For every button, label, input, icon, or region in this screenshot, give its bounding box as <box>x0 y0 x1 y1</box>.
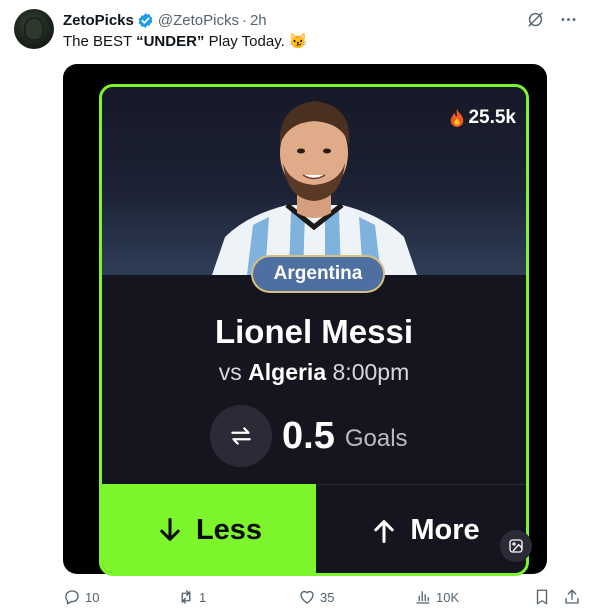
less-label: Less <box>195 513 263 546</box>
tweet-top-actions <box>526 10 578 29</box>
fire-icon <box>451 109 464 127</box>
alt-text-button[interactable] <box>500 530 532 562</box>
separator-dot: · <box>241 11 247 29</box>
stat-line: 0.5 Goals <box>210 405 408 467</box>
reply-action[interactable]: 10 <box>63 588 99 606</box>
views-total: 10K <box>436 589 460 605</box>
analytics-icon <box>416 591 430 604</box>
avatar[interactable] <box>14 9 54 49</box>
heart-icon <box>300 590 314 604</box>
tweet-time[interactable]: 2h <box>250 12 267 29</box>
tweet-header: ZetoPicks @ZetoPicks · 2h <box>63 10 267 30</box>
pick-card[interactable]: 25.5k Argentina Lionel Messi vs Algeria … <box>99 84 529 576</box>
more-options-icon[interactable] <box>559 10 578 29</box>
stat-unit: Goals <box>344 425 408 452</box>
tweet-text-part: Play Today. 😼 <box>204 33 308 50</box>
like-action[interactable]: 35 <box>298 588 334 606</box>
more-label: More <box>410 514 480 546</box>
swap-button[interactable] <box>210 405 272 467</box>
arrow-up-icon <box>374 519 395 543</box>
less-button[interactable]: Less <box>102 484 316 573</box>
author-name[interactable]: ZetoPicks <box>63 12 134 29</box>
bookmark-icon <box>536 589 548 605</box>
repost-count: 1 <box>199 589 207 605</box>
tweet-text: The BEST “UNDER” Play Today. 😼 <box>63 32 308 50</box>
match-time: 8:00pm <box>332 359 410 385</box>
share-icon <box>565 589 579 604</box>
line-value: 0.5 <box>282 414 335 457</box>
like-count: 35 <box>320 589 335 605</box>
team-badge: Argentina <box>251 255 385 293</box>
swap-arrows-icon <box>231 427 251 445</box>
verified-badge-icon <box>138 12 153 28</box>
grok-icon[interactable] <box>526 10 545 29</box>
author-handle[interactable]: @ZetoPicks <box>158 12 239 29</box>
player-name: Lionel Messi <box>214 313 414 350</box>
views-count: 25.5k <box>468 107 516 128</box>
views-action[interactable]: 10K <box>414 588 459 606</box>
player-photo <box>207 87 422 275</box>
opponent-name: Algeria <box>248 359 327 385</box>
arrow-down-icon <box>160 517 180 541</box>
vs-label: vs <box>218 359 242 385</box>
matchup-line: vs Algeria 8:00pm <box>102 359 526 386</box>
reply-icon <box>65 590 79 605</box>
more-button[interactable]: More <box>318 484 526 573</box>
share-action[interactable] <box>563 588 581 606</box>
repost-action[interactable]: 1 <box>177 588 206 606</box>
repost-icon <box>181 590 191 604</box>
tweet-actions: 10 1 35 10K <box>63 588 583 608</box>
reply-count: 10 <box>85 589 100 605</box>
tweet-text-part: The BEST <box>63 33 137 50</box>
views-counter: 25.5k <box>448 107 516 129</box>
image-description-icon <box>509 539 523 553</box>
tweet-text-bold: “UNDER” <box>136 33 205 50</box>
bookmark-action[interactable] <box>533 588 551 606</box>
